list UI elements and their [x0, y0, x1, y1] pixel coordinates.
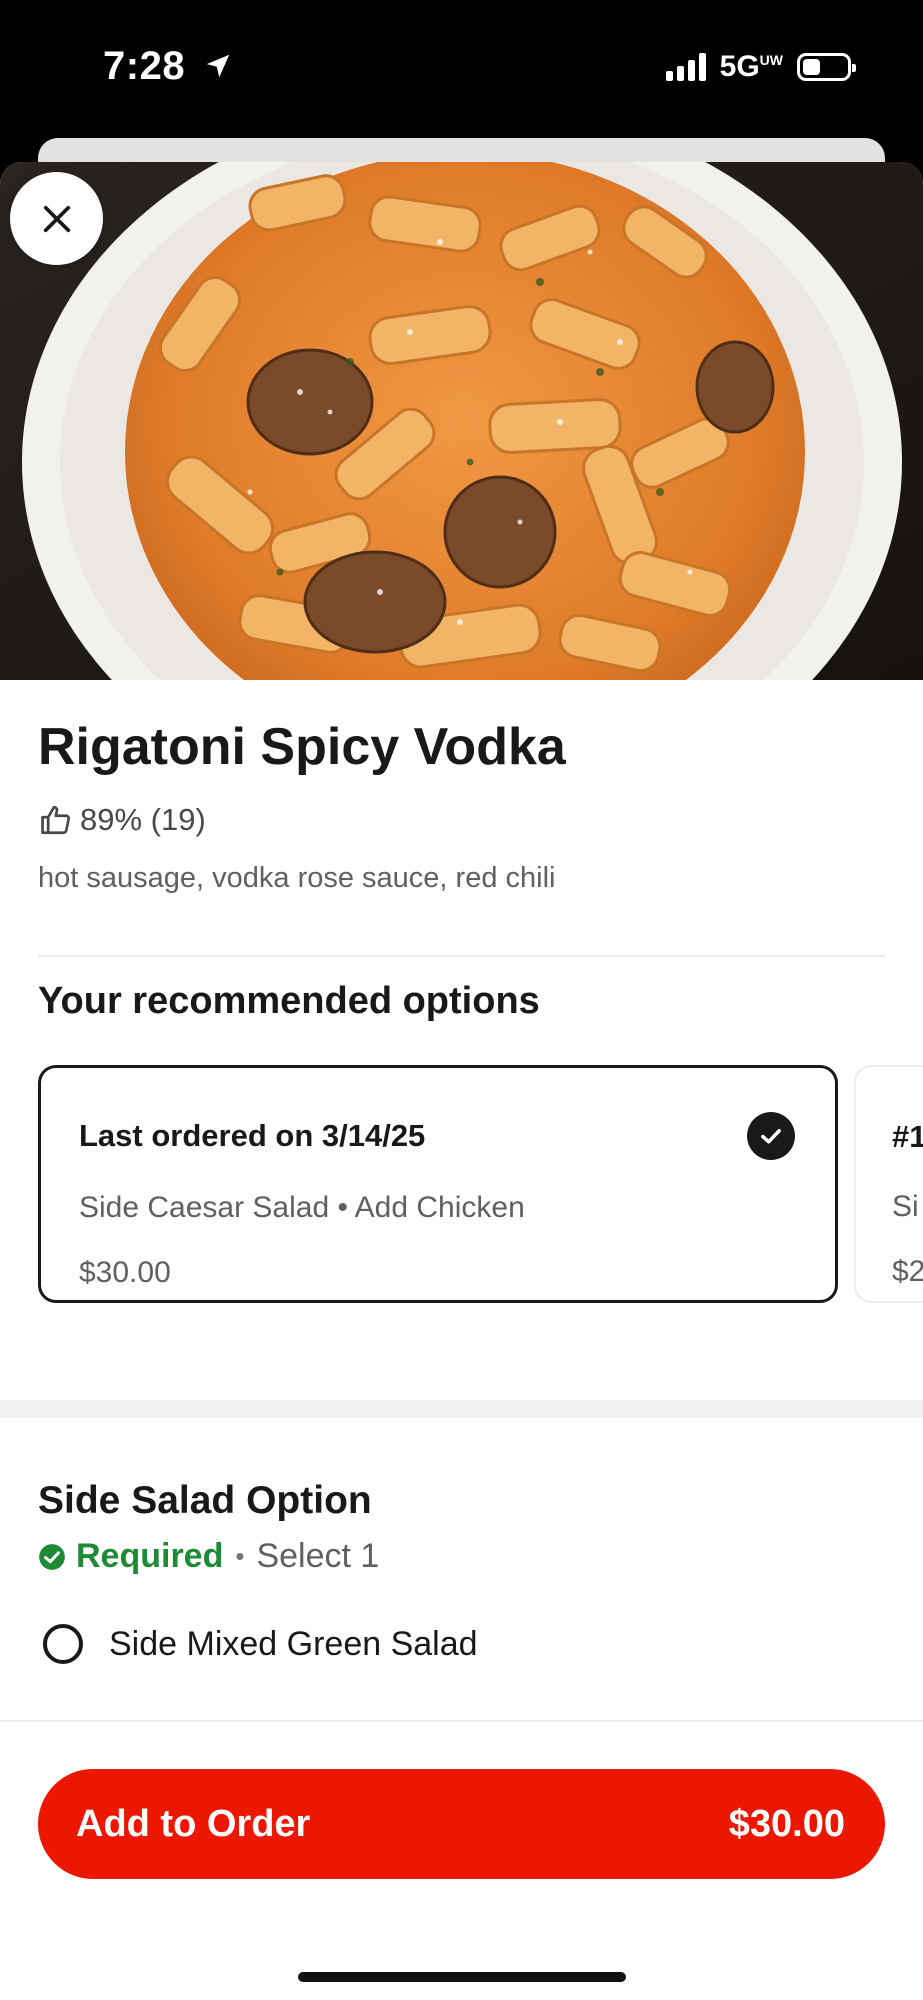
radio-button[interactable]	[43, 1624, 83, 1664]
select-hint: Select 1	[256, 1537, 380, 1575]
item-rating: 89% (19)	[38, 802, 206, 838]
recommended-card-title: #1	[892, 1119, 923, 1154]
network-type: 5GUW	[719, 50, 783, 83]
pasta-image	[0, 162, 923, 680]
option-label: Side Mixed Green Salad	[109, 1624, 478, 1663]
required-indicator: Required • Select 1	[38, 1537, 379, 1576]
status-time-text: 7:28	[103, 44, 186, 88]
checkmark-icon	[747, 1112, 795, 1160]
add-to-order-label: Add to Order	[76, 1802, 311, 1845]
option-row-side-mixed-green-salad[interactable]: Side Mixed Green Salad	[38, 1624, 478, 1664]
status-bar: 7:28 5GUW	[0, 0, 923, 135]
home-indicator	[298, 1972, 626, 1982]
status-time: 7:28	[103, 44, 233, 91]
divider	[0, 1720, 923, 1722]
recommended-option-card[interactable]: Last ordered on 3/14/25 Side Caesar Sala…	[38, 1065, 838, 1303]
rating-text: 89% (19)	[80, 802, 206, 837]
thumbs-up-icon	[41, 805, 71, 835]
location-arrow-icon	[203, 46, 233, 91]
separator-dot: •	[235, 1541, 245, 1571]
item-description: hot sausage, vodka rose sauce, red chili	[38, 862, 556, 894]
close-button[interactable]	[10, 172, 103, 265]
divider	[38, 955, 885, 957]
section-separator	[0, 1400, 923, 1418]
recommended-card-title: Last ordered on 3/14/25	[79, 1118, 426, 1153]
signal-strength-icon	[665, 53, 706, 81]
item-photo	[0, 162, 923, 680]
recommended-card-items: Si	[892, 1190, 919, 1223]
battery-icon	[797, 53, 856, 81]
side-salad-heading: Side Salad Option	[38, 1479, 372, 1522]
status-indicators: 5GUW	[665, 50, 856, 84]
recommended-card-price: $2	[892, 1255, 923, 1288]
recommended-card-items: Side Caesar Salad • Add Chicken	[79, 1191, 525, 1224]
check-circle-icon	[39, 1543, 65, 1570]
recommended-option-card-2[interactable]: #1 Si $2	[854, 1065, 923, 1303]
close-icon	[43, 205, 70, 232]
add-to-order-button[interactable]: Add to Order $30.00	[38, 1769, 885, 1879]
required-label: Required	[76, 1537, 224, 1575]
item-title: Rigatoni Spicy Vodka	[38, 718, 566, 776]
recommended-heading: Your recommended options	[38, 980, 540, 1022]
recommended-card-price: $30.00	[79, 1256, 171, 1289]
item-detail-sheet: Rigatoni Spicy Vodka 89% (19) hot sausag…	[0, 162, 923, 2000]
add-to-order-price: $30.00	[728, 1802, 845, 1845]
